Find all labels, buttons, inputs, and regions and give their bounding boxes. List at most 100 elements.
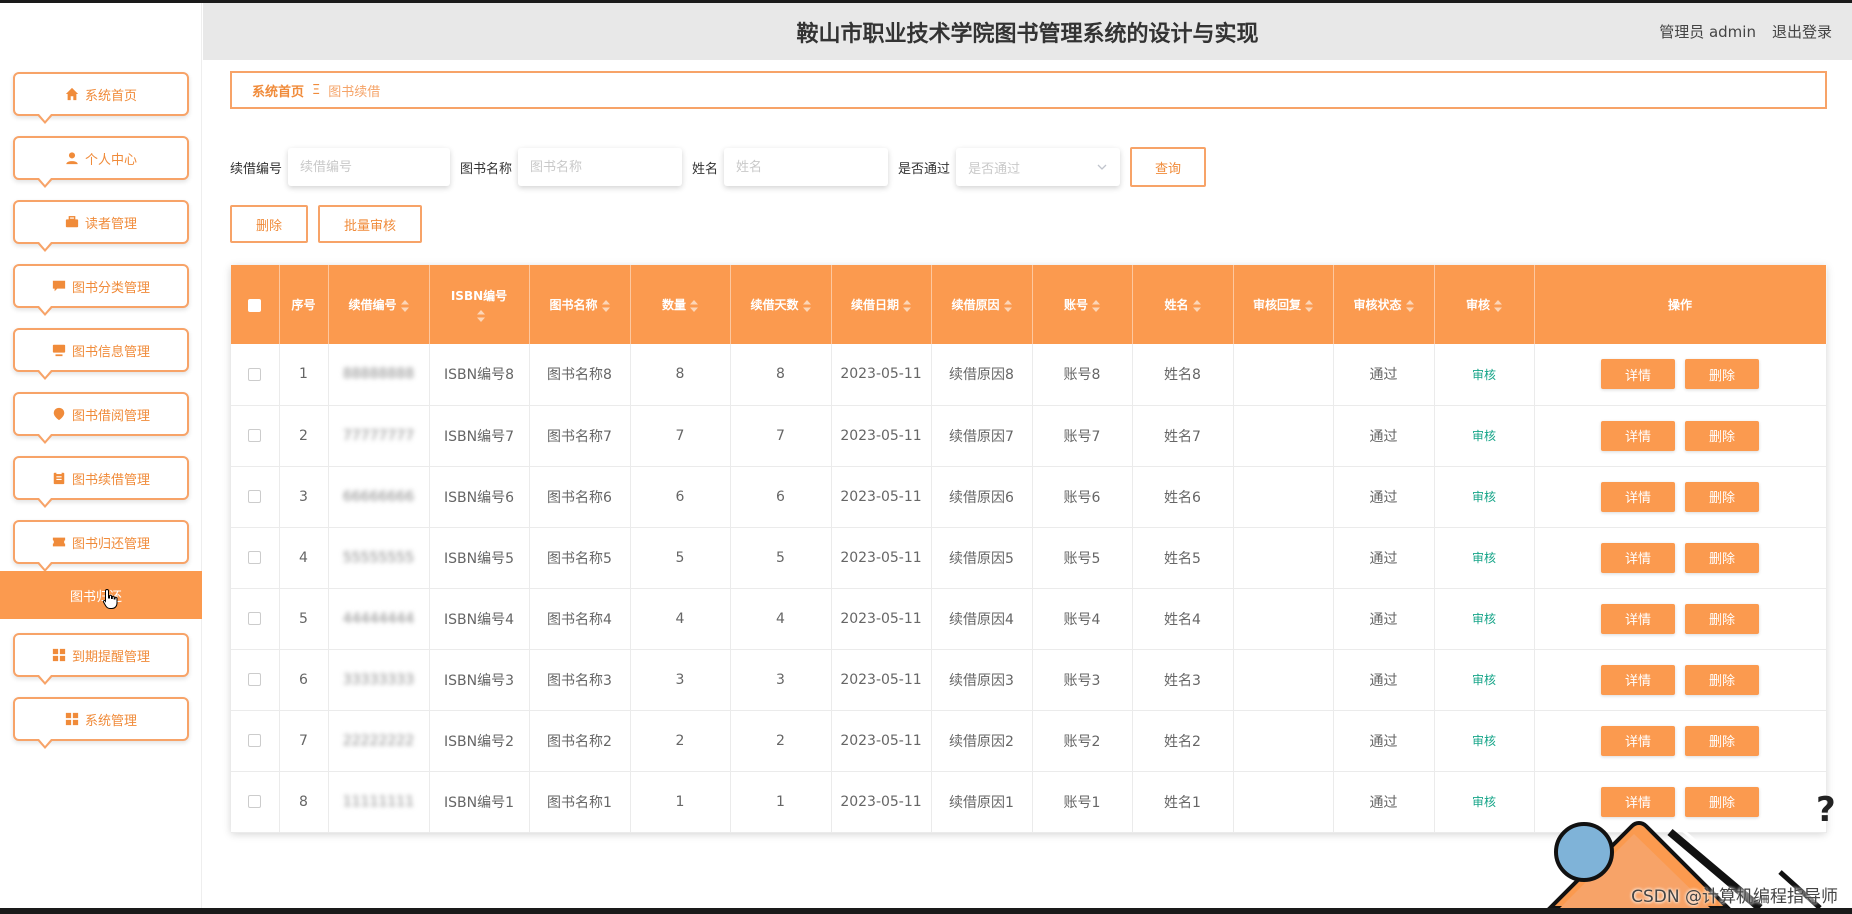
row-delete-button[interactable]: 删除 (1685, 359, 1759, 390)
cell-index: 8 (279, 771, 329, 832)
breadcrumb-home-link[interactable]: 系统首页 (252, 81, 304, 100)
review-link[interactable]: 审核 (1472, 551, 1496, 565)
row-delete-button[interactable]: 删除 (1685, 420, 1759, 451)
row-delete-button[interactable]: 删除 (1685, 542, 1759, 573)
row-checkbox[interactable] (248, 551, 262, 564)
row-delete-button[interactable]: 删除 (1685, 603, 1759, 634)
help-icon[interactable]: ? (1816, 790, 1836, 830)
sidebar-item-renew-management[interactable]: 图书续借管理 (13, 456, 189, 508)
cell-review: 审核 (1434, 588, 1535, 649)
column-header-renew-no[interactable]: 续借编号 (328, 265, 430, 344)
sort-icon[interactable] (1003, 299, 1012, 312)
row-delete-button[interactable]: 删除 (1685, 481, 1759, 512)
row-delete-button[interactable]: 删除 (1685, 664, 1759, 695)
cell-book-name: 图书名称6 (529, 466, 631, 527)
sidebar-item-category-management[interactable]: 图书分类管理 (13, 264, 189, 316)
column-header-name[interactable]: 姓名 (1132, 265, 1234, 344)
sort-icon[interactable] (903, 299, 911, 312)
cell-review: 审核 (1434, 649, 1535, 710)
cell-renew-date: 2023-05-11 (831, 588, 932, 649)
sort-icon[interactable] (477, 310, 485, 322)
sort-icon[interactable] (690, 299, 698, 312)
detail-button[interactable]: 详情 (1601, 664, 1675, 695)
cell-review-reply (1233, 588, 1334, 649)
column-header-isbn[interactable]: ISBN编号 (429, 265, 530, 344)
sidebar-item-reader-management[interactable]: 读者管理 (13, 200, 189, 252)
sort-icon[interactable] (601, 299, 610, 312)
sidebar-item-home[interactable]: 系统首页 (13, 72, 189, 124)
row-checkbox[interactable] (248, 490, 262, 503)
column-header-book-name[interactable]: 图书名称 (529, 265, 631, 344)
name-input[interactable] (724, 148, 889, 186)
briefcase-icon (65, 215, 79, 229)
column-header-renew-date[interactable]: 续借日期 (831, 265, 932, 344)
sort-icon[interactable] (1192, 299, 1201, 312)
cell-renew-date: 2023-05-11 (831, 710, 932, 771)
review-link[interactable]: 审核 (1472, 368, 1496, 382)
row-checkbox[interactable] (248, 673, 262, 686)
logout-link[interactable]: 退出登录 (1772, 21, 1832, 42)
cell-index: 4 (279, 527, 329, 588)
sidebar-subitem-book-return[interactable]: 图书归还 (0, 571, 202, 619)
delete-button[interactable]: 删除 (230, 205, 308, 243)
review-link[interactable]: 审核 (1472, 429, 1496, 443)
cell-account: 账号2 (1032, 710, 1133, 771)
column-header-renew-days[interactable]: 续借天数 (730, 265, 832, 344)
detail-button[interactable]: 详情 (1601, 420, 1675, 451)
home-icon (65, 87, 79, 101)
cell-account: 账号6 (1032, 466, 1133, 527)
sidebar-item-book-info-management[interactable]: 图书信息管理 (13, 328, 189, 380)
sidebar-item-label: 图书信息管理 (71, 344, 150, 360)
sort-icon[interactable] (1494, 299, 1502, 312)
cell-quantity: 5 (630, 527, 731, 588)
cell-name: 姓名6 (1132, 466, 1234, 527)
sidebar-item-system-management[interactable]: 系统管理 (13, 697, 189, 749)
column-header-review-status[interactable]: 审核状态 (1333, 265, 1435, 344)
review-link[interactable]: 审核 (1472, 612, 1496, 626)
name-label: 姓名 (692, 161, 719, 177)
sort-icon[interactable] (1405, 299, 1414, 312)
review-link[interactable]: 审核 (1472, 490, 1496, 504)
sidebar-item-due-reminder-management[interactable]: 到期提醒管理 (13, 633, 189, 685)
sidebar-item-label: 系统首页 (84, 88, 137, 104)
column-header-review[interactable]: 审核 (1434, 265, 1535, 344)
sort-icon[interactable] (802, 299, 811, 312)
select-all-checkbox[interactable] (248, 298, 262, 312)
top-header: 鞍山市职业技术学院图书管理系统的设计与实现 管理员 admin 退出登录 (203, 3, 1852, 60)
detail-button[interactable]: 详情 (1601, 725, 1675, 756)
row-checkbox[interactable] (248, 429, 262, 442)
column-header-review-reply[interactable]: 审核回复 (1233, 265, 1334, 344)
sidebar-item-personal-center[interactable]: 个人中心 (13, 136, 189, 188)
row-checkbox[interactable] (248, 795, 262, 808)
row-checkbox[interactable] (248, 612, 262, 625)
column-header-quantity[interactable]: 数量 (630, 265, 731, 344)
user-icon (65, 151, 79, 165)
cell-renew-date: 2023-05-11 (831, 344, 932, 405)
sidebar-item-borrow-management[interactable]: 图书借阅管理 (13, 392, 189, 444)
column-header-account[interactable]: 账号 (1032, 265, 1133, 344)
row-checkbox[interactable] (248, 367, 262, 381)
book-name-input[interactable] (518, 148, 683, 186)
review-link[interactable]: 审核 (1472, 734, 1496, 748)
passed-select[interactable]: 是否通过 (956, 148, 1121, 186)
review-link[interactable]: 审核 (1472, 795, 1496, 809)
cell-account: 账号7 (1032, 405, 1133, 466)
cell-renew-days: 1 (730, 771, 832, 832)
detail-button[interactable]: 详情 (1601, 603, 1675, 634)
sort-icon[interactable] (1305, 299, 1313, 312)
query-button[interactable]: 查询 (1130, 147, 1207, 187)
row-delete-button[interactable]: 删除 (1685, 725, 1759, 756)
row-checkbox[interactable] (248, 734, 262, 747)
sidebar-item-return-management[interactable]: 图书归还管理 (13, 520, 189, 572)
column-header-renew-reason[interactable]: 续借原因 (931, 265, 1033, 344)
cell-operation: 详情 删除 (1534, 466, 1827, 527)
sort-icon[interactable] (1092, 299, 1100, 312)
cell-account: 账号3 (1032, 649, 1133, 710)
renew-no-input[interactable] (288, 148, 451, 186)
review-link[interactable]: 审核 (1472, 673, 1496, 687)
sort-icon[interactable] (400, 299, 409, 312)
detail-button[interactable]: 详情 (1601, 542, 1675, 573)
detail-button[interactable]: 详情 (1601, 359, 1675, 390)
detail-button[interactable]: 详情 (1601, 481, 1675, 512)
batch-review-button[interactable]: 批量审核 (318, 205, 422, 243)
